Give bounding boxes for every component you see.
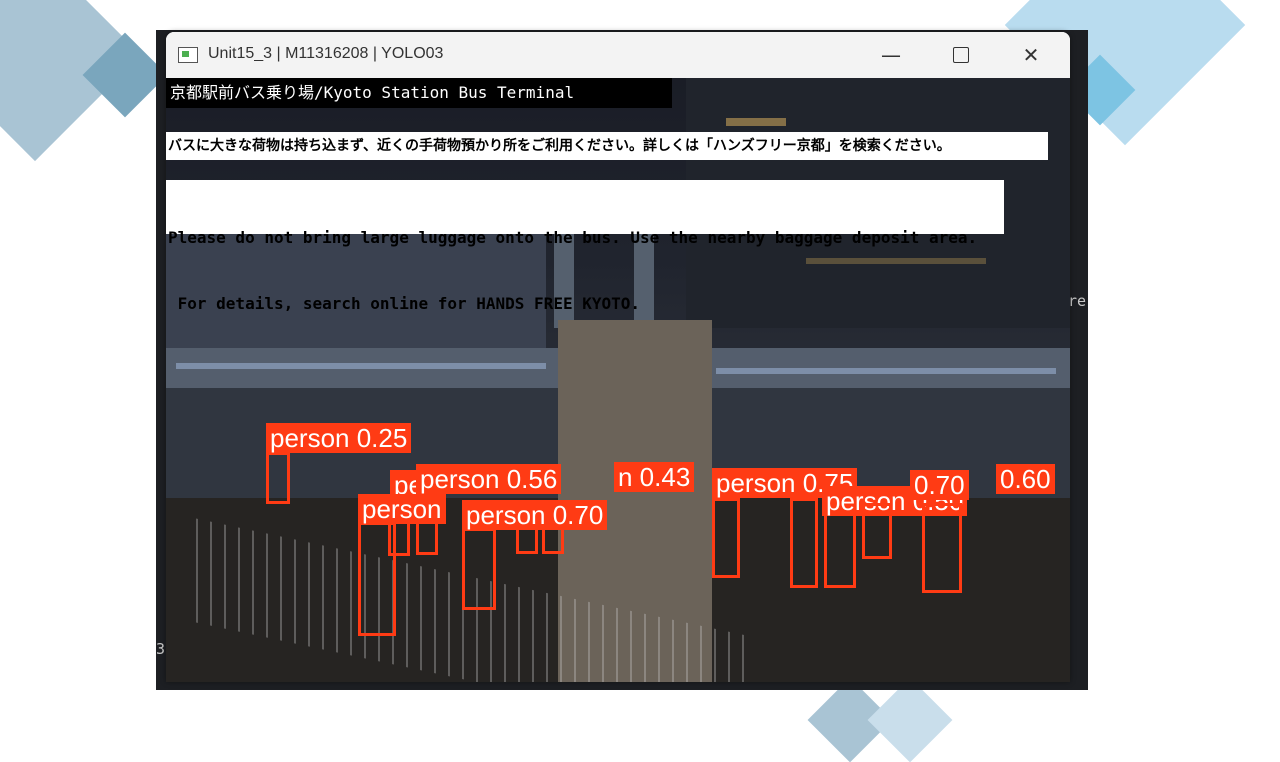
minimize-button[interactable]: —: [856, 32, 926, 78]
video-frame: 京都駅前バス乗り場/Kyoto Station Bus Terminal バスに…: [166, 78, 1070, 682]
canopy-light: [176, 363, 546, 369]
banner-english-line: For details, search online for HANDS FRE…: [168, 294, 641, 313]
detection-label: person 0.70: [462, 500, 608, 530]
detection-box: [862, 503, 892, 559]
detection-label: 0.60: [996, 464, 1055, 494]
app-icon: [178, 47, 198, 63]
window-title: Unit15_3 | M11316208 | YOLO03: [208, 45, 444, 62]
minimize-icon: —: [881, 43, 901, 67]
banner-japanese: バスに大きな荷物は持ち込まず、近くの手荷物預かり所をご利用ください。詳しくは「ハ…: [166, 132, 1048, 160]
desktop-text-fragment: 3: [156, 640, 166, 658]
detection-box: [712, 498, 740, 578]
window-titlebar[interactable]: Unit15_3 | M11316208 | YOLO03 — ✕: [166, 32, 1070, 78]
detection-box: [266, 452, 290, 504]
detection-label: person 0.25: [266, 423, 412, 453]
banner-english-line: Please do not bring large luggage onto t…: [168, 228, 978, 247]
detection-label: person 0.56: [416, 464, 562, 494]
app-window: Unit15_3 | M11316208 | YOLO03 — ✕ 京都駅前バス…: [166, 32, 1070, 682]
close-icon: ✕: [1022, 43, 1040, 67]
detection-box: [462, 528, 496, 610]
banner-title: 京都駅前バス乗り場/Kyoto Station Bus Terminal: [166, 78, 672, 108]
building-light: [726, 118, 786, 126]
detection-label: 0.70: [910, 470, 969, 500]
maximize-button[interactable]: [926, 32, 996, 78]
detection-box: [358, 522, 396, 636]
banner-english: Please do not bring large luggage onto t…: [166, 180, 1004, 313]
desktop-text-fragment: re: [1068, 292, 1087, 310]
maximize-icon: [953, 47, 969, 63]
detection-box: [790, 498, 818, 588]
close-button[interactable]: ✕: [996, 32, 1066, 78]
detection-label: n 0.43: [614, 462, 695, 492]
detection-label: person: [358, 494, 446, 524]
canopy-light: [716, 368, 1056, 374]
detection-box: [922, 503, 962, 593]
